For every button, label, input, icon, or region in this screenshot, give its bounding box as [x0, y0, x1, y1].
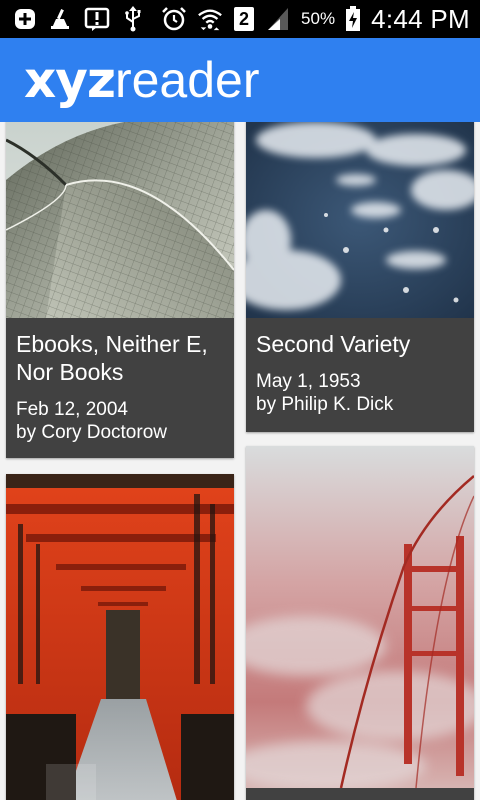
sim-badge: 2: [239, 9, 250, 29]
app-bar: xyz reader: [0, 38, 480, 122]
article-meta: Feb 12, 2004 by Cory Doctorow: [16, 398, 224, 444]
alarm-clock-icon: [161, 6, 187, 32]
status-bar: 2 50% 4:44 PM: [0, 0, 480, 38]
wifi-icon: [197, 6, 223, 32]
article-title-line-2: Nor Books: [16, 359, 124, 385]
battery-charging-icon: [345, 6, 361, 32]
article-title-line-1: Second Variety: [256, 331, 411, 357]
alert-icon: [84, 6, 110, 32]
signal-icon: [265, 6, 291, 32]
article-text: Second Variety May 1, 1953 by Philip K. …: [246, 330, 474, 416]
status-right: 2 50% 4:44 PM: [161, 4, 470, 35]
app-logo: xyz reader: [24, 55, 259, 105]
opera-house-roof-photo: [6, 122, 234, 318]
article-meta: May 1, 1953 by Philip K. Dick: [256, 370, 464, 416]
article-grid: Ebooks, Neither E, Nor Books Feb 12, 200…: [0, 122, 480, 800]
article-card[interactable]: Second Variety May 1, 1953 by Philip K. …: [246, 122, 474, 432]
logo-light-part: reader: [114, 52, 260, 108]
golden-gate-fog-photo: [246, 446, 474, 788]
clock: 4:44 PM: [371, 3, 470, 34]
article-author: by Philip K. Dick: [256, 394, 394, 415]
sim-2-icon: 2: [233, 6, 255, 32]
article-card[interactable]: [6, 474, 234, 800]
screen: 2 50% 4:44 PM xyz reader Ebooks, Neither…: [0, 0, 480, 800]
article-author: by Cory Doctorow: [16, 422, 167, 443]
article-card[interactable]: [246, 446, 474, 800]
article-date: May 1, 1953: [256, 371, 361, 392]
earth-from-space-photo: [246, 122, 474, 318]
status-left: [12, 6, 146, 32]
logo-bold-part: xyz: [24, 51, 116, 109]
usb-icon: [120, 6, 146, 32]
article-text: Ebooks, Neither E, Nor Books Feb 12, 200…: [6, 330, 234, 444]
cleaner-broom-icon: [48, 6, 74, 32]
article-title: Ebooks, Neither E, Nor Books: [16, 330, 224, 386]
article-date: Feb 12, 2004: [16, 399, 128, 420]
article-title: Second Variety: [256, 330, 464, 358]
torii-gates-photo: [6, 474, 234, 800]
article-title-line-1: Ebooks, Neither E,: [16, 331, 208, 357]
battery-percent: 50%: [301, 9, 336, 28]
add-box-icon: [12, 6, 38, 32]
article-card[interactable]: Ebooks, Neither E, Nor Books Feb 12, 200…: [6, 122, 234, 458]
